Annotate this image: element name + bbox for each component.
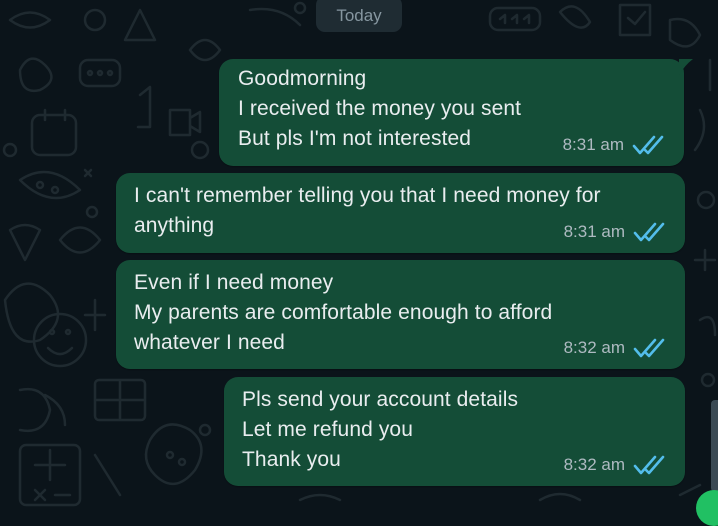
- scroll-to-bottom-button[interactable]: [696, 490, 718, 526]
- message-meta: 8:31 am: [563, 132, 666, 158]
- message-text: Pls send your account details Let me ref…: [242, 388, 519, 471]
- message-meta: 8:31 am: [564, 219, 667, 245]
- message-time: 8:32 am: [563, 455, 625, 474]
- message-meta: 8:32 am: [564, 335, 667, 361]
- message-time: 8:31 am: [563, 222, 625, 241]
- message-text: Even if I need money My parents are comf…: [134, 271, 553, 354]
- double-check-read-icon: [633, 337, 667, 359]
- message-bubble[interactable]: Pls send your account details Let me ref…: [224, 377, 685, 486]
- message-time: 8:31 am: [562, 135, 624, 154]
- message-meta: 8:32 am: [564, 452, 667, 478]
- date-separator-label: Today: [336, 6, 382, 25]
- double-check-read-icon: [632, 134, 666, 156]
- message-text: I can't remember telling you that I need…: [134, 184, 601, 237]
- message-bubble[interactable]: Goodmorning I received the money you sen…: [219, 59, 693, 166]
- message-time: 8:32 am: [563, 338, 625, 357]
- message-text: Goodmorning I received the money you sen…: [238, 67, 522, 150]
- double-check-read-icon: [633, 454, 667, 476]
- date-separator-chip: Today: [316, 0, 402, 32]
- scrollbar-thumb[interactable]: [711, 400, 718, 492]
- message-bubble[interactable]: I can't remember telling you that I need…: [116, 173, 685, 253]
- bubble-tail: [679, 59, 693, 75]
- double-check-read-icon: [633, 221, 667, 243]
- message-bubble[interactable]: Even if I need money My parents are comf…: [116, 260, 685, 369]
